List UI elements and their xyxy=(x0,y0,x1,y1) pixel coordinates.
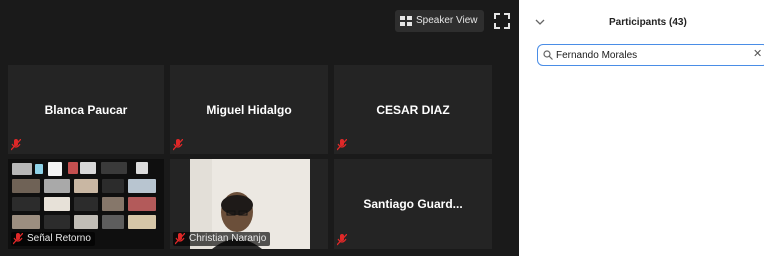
video-tile[interactable]: Miguel Hidalgo xyxy=(170,65,328,154)
speaker-view-label: Speaker View xyxy=(416,15,478,26)
search-input[interactable] xyxy=(556,47,756,63)
speaker-view-button[interactable]: Speaker View xyxy=(395,10,484,32)
search-icon xyxy=(543,50,553,60)
clear-icon[interactable]: ✕ xyxy=(753,49,762,60)
participant-name: Miguel Hidalgo xyxy=(206,102,292,117)
mic-muted-icon xyxy=(11,139,21,151)
video-top-bar: Speaker View xyxy=(0,0,519,34)
mic-muted-icon xyxy=(175,233,185,245)
video-tile-screen-feed[interactable]: Señal Retorno xyxy=(8,159,164,249)
participants-panel: Participants (43) ✕ xyxy=(519,0,764,256)
video-tile[interactable]: CESAR DIAZ xyxy=(334,65,492,154)
mic-muted-icon xyxy=(173,139,183,151)
participant-name-tag: Christian Naranjo xyxy=(173,232,271,246)
participant-name: Señal Retorno xyxy=(27,233,91,244)
mic-muted-icon xyxy=(337,139,347,151)
participant-name-tag: Señal Retorno xyxy=(11,232,95,246)
mic-muted-icon xyxy=(13,233,23,245)
video-tile-camera[interactable]: Christian Naranjo xyxy=(170,159,328,249)
video-tile[interactable]: Blanca Paucar xyxy=(8,65,164,154)
mic-muted-icon xyxy=(337,234,347,246)
chevron-down-icon[interactable] xyxy=(535,18,545,26)
participant-name: CESAR DIAZ xyxy=(376,102,450,117)
video-tile[interactable]: Santiago Guard... xyxy=(334,159,492,249)
video-area: Speaker View Blanca Paucar Miguel Hidalg… xyxy=(0,0,519,256)
fullscreen-icon[interactable] xyxy=(493,12,511,30)
participant-name: Christian Naranjo xyxy=(189,233,267,244)
grid-icon xyxy=(400,16,412,26)
participant-name: Blanca Paucar xyxy=(44,102,128,117)
participant-search-box[interactable] xyxy=(537,44,764,66)
panel-title: Participants (43) xyxy=(609,17,687,28)
participant-name: Santiago Guard... xyxy=(363,197,463,211)
